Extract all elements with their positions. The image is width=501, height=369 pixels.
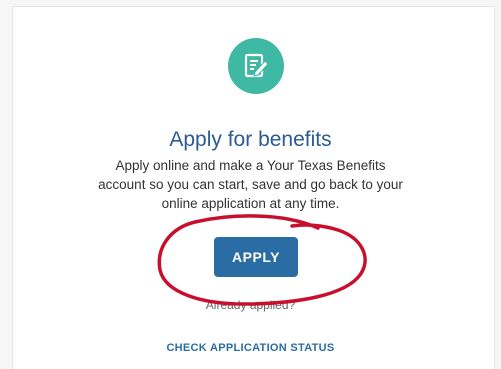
apply-button[interactable]: APPLY: [214, 237, 298, 277]
card-title: Apply for benefits: [169, 128, 332, 151]
page: Apply for benefits Apply online and make…: [0, 0, 501, 369]
edit-document-icon: [244, 53, 269, 78]
check-application-status-link[interactable]: CHECK APPLICATION STATUS: [0, 341, 501, 355]
apply-icon-badge: [228, 38, 284, 94]
already-applied-text: Already applied?: [205, 298, 296, 312]
card-description: Apply online and make a Your Texas Benef…: [98, 158, 403, 211]
